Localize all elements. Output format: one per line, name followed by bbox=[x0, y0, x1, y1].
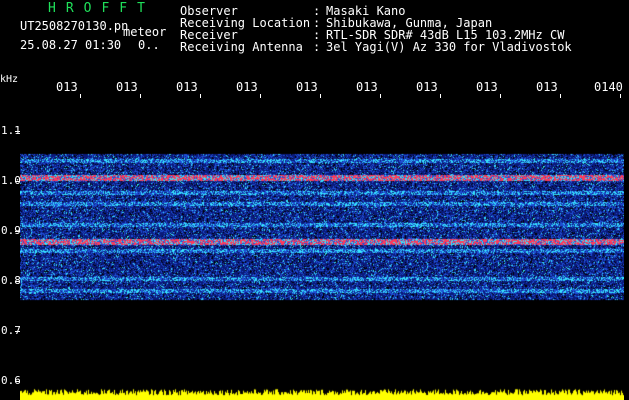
x-tick-mark bbox=[140, 94, 141, 98]
image-filename: UT2508270130.pn bbox=[20, 19, 129, 33]
spectrogram-canvas bbox=[20, 100, 624, 400]
app-logo: HROFFT bbox=[48, 1, 155, 16]
meteor-label: meteor bbox=[123, 25, 167, 39]
x-tick-mark bbox=[500, 94, 501, 98]
x-tick-mark bbox=[80, 94, 81, 98]
x-tick-mark bbox=[320, 94, 321, 98]
x-tick-mark bbox=[620, 94, 621, 98]
observation-datetime: 25.08.27 01:30 bbox=[20, 38, 122, 52]
x-tick-label: 013 bbox=[416, 80, 438, 94]
x-tick-mark bbox=[260, 94, 261, 98]
x-tick-mark bbox=[380, 94, 381, 98]
x-tick-label: 013 bbox=[536, 80, 558, 94]
y-axis-unit: kHz bbox=[0, 74, 19, 85]
x-tick-label: 013 bbox=[236, 80, 258, 94]
meteor-count: 0.. bbox=[138, 38, 160, 52]
x-tick-label: 013 bbox=[116, 80, 138, 94]
x-tick-mark bbox=[560, 94, 561, 98]
x-tick-label: 013 bbox=[296, 80, 318, 94]
antenna-label: Receiving Antenna bbox=[180, 40, 303, 54]
x-tick-label: 0140 bbox=[594, 80, 623, 94]
x-tick-label: 013 bbox=[476, 80, 498, 94]
x-tick-label: 013 bbox=[176, 80, 198, 94]
antenna-value: 3el Yagi(V) Az 330 for Vladivostok bbox=[326, 40, 572, 54]
separator: : bbox=[313, 40, 321, 54]
x-tick-label: 013 bbox=[356, 80, 378, 94]
x-tick-mark bbox=[200, 94, 201, 98]
x-tick-mark bbox=[440, 94, 441, 98]
x-tick-label: 013 bbox=[56, 80, 78, 94]
